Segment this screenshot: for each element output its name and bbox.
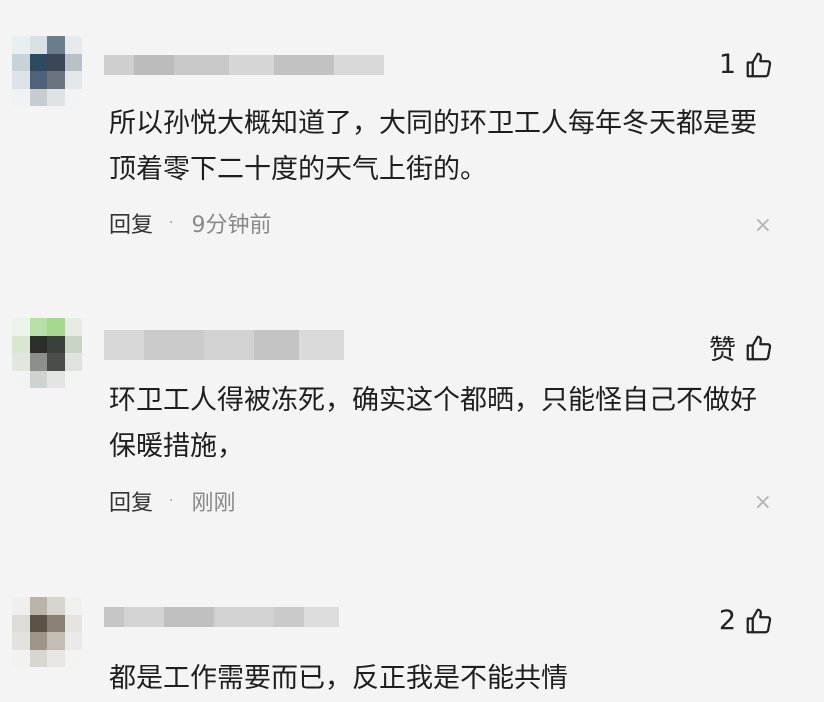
comment-item: 2 都是工作需要而已，反正我是不能共情 [0, 0, 824, 702]
comment-text: 都是工作需要而已，反正我是不能共情 [109, 663, 568, 694]
avatar[interactable] [12, 597, 82, 667]
like-count: 2 [718, 605, 736, 636]
thumbs-up-icon [746, 608, 772, 633]
username-blurred[interactable] [104, 607, 339, 627]
like-button[interactable]: 2 [719, 605, 774, 636]
